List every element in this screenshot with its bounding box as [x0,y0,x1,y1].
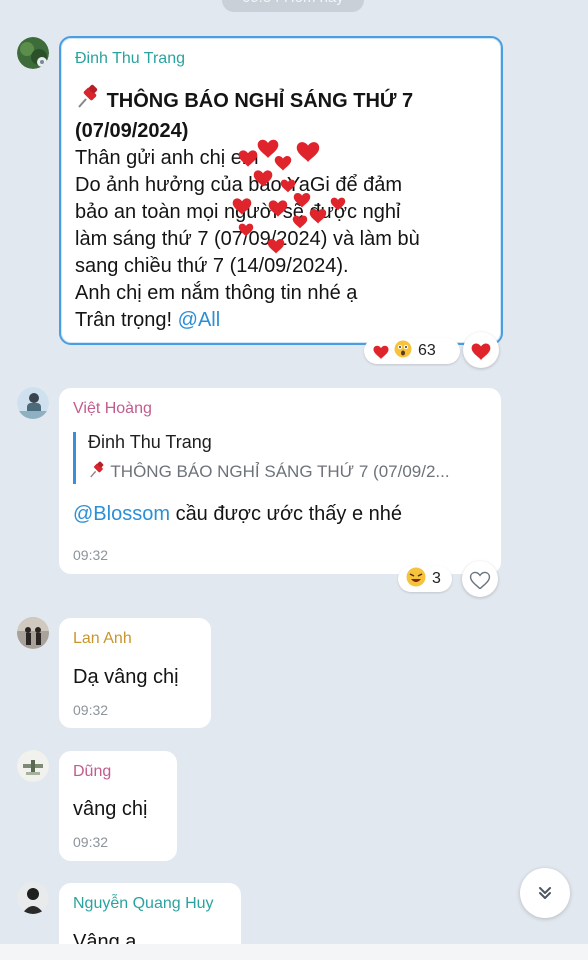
avatar-viet-hoang[interactable] [17,387,49,419]
message-time: 09:32 [73,547,109,563]
quoted-sender: Đinh Thu Trang [88,432,212,452]
scroll-to-bottom-button[interactable] [520,868,570,918]
react-button[interactable] [463,332,499,368]
avatar-nguyen-quang-huy[interactable] [17,882,49,914]
pushpin-icon [88,461,106,484]
message-text: @Blossom cầu được ước thấy e nhé [73,503,403,525]
sender-name: Đinh Thu Trang [75,50,185,67]
quoted-message[interactable]: Đinh Thu Trang THÔNG BÁO NGHỈ SÁNG THỨ 7… [73,432,485,484]
message-text: vâng chị [73,798,148,820]
heart-icon [296,142,320,162]
sender-name: Việt Hoàng [73,400,152,417]
date-divider: 09:54 Hôm nay [222,0,364,12]
heart-icon [373,345,389,359]
laughing-emoji-icon [406,567,426,592]
bottom-edge [0,944,588,960]
announcement-title: THÔNG BÁO NGHỈ SÁNG THỨ 7 [75,84,495,118]
message-time: 09:32 [73,834,109,850]
floating-hearts-animation [232,139,346,254]
avatar-dung[interactable] [17,750,49,782]
reaction-count: 3 [432,570,441,587]
quoted-text: THÔNG BÁO NGHỈ SÁNG THỨ 7 (07/09/2... [110,462,450,481]
mention-blossom[interactable]: @Blossom [73,503,170,525]
sender-name: Dũng [73,763,112,780]
mention-all[interactable]: @All [178,309,221,331]
chevron-double-down-icon [539,887,551,899]
avatar-lan-anh[interactable] [17,617,49,649]
surprised-emoji-icon [394,340,412,363]
reaction-summary[interactable]: 63 [364,338,460,364]
message-text: Dạ vâng chị [73,666,179,688]
message-bubble[interactable]: Lan Anh Dạ vâng chị 09:32 [59,618,211,728]
pushpin-icon [75,84,101,118]
message-bubble-reply[interactable]: Việt Hoàng Đinh Thu Trang THÔNG BÁO NGHỈ… [59,388,501,574]
chat-screen: 09:54 Hôm nay Đinh Thu Trang THÔNG BÁO N… [0,0,588,960]
message-bubble[interactable]: Dũng vâng chị 09:32 [59,751,177,861]
heart-icon [471,343,491,360]
reaction-summary[interactable]: 3 [398,566,452,592]
message-time: 09:32 [73,702,109,718]
react-button[interactable] [462,561,498,597]
avatar-dinh-thu-trang[interactable] [17,37,49,69]
reaction-count: 63 [418,342,436,359]
sender-name: Nguyễn Quang Huy [73,895,214,912]
heart-outline-icon [469,571,491,589]
sender-name: Lan Anh [73,630,132,647]
